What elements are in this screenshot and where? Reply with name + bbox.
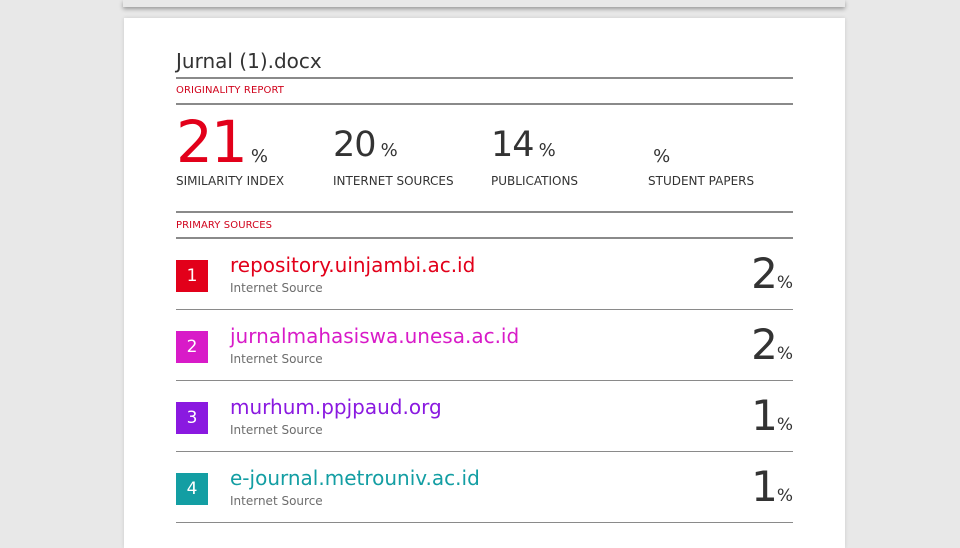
student-papers-stat: % STUDENT PAPERS xyxy=(648,146,754,188)
title-divider xyxy=(176,77,793,79)
source-type-label: Internet Source xyxy=(230,281,323,295)
stats-divider xyxy=(176,211,793,213)
source-name-link[interactable]: murhum.ppjpaud.org xyxy=(230,395,442,419)
source-percentage-value: 2 xyxy=(751,320,778,369)
source-type-label: Internet Source xyxy=(230,352,323,366)
source-percentage-value: 1 xyxy=(751,391,778,440)
source-percentage: 2% xyxy=(751,320,793,369)
internet-sources-stat: 20 % INTERNET SOURCES xyxy=(333,125,454,188)
source-percentage-unit: % xyxy=(776,415,793,435)
source-percentage-unit: % xyxy=(776,486,793,506)
publications-stat: 14 % PUBLICATIONS xyxy=(491,125,578,188)
internet-sources-caption: INTERNET SOURCES xyxy=(333,174,454,188)
source-row-1[interactable]: 1 repository.uinjambi.ac.id Internet Sou… xyxy=(176,239,793,310)
source-number-badge: 4 xyxy=(176,473,208,505)
originality-divider xyxy=(176,103,793,105)
publications-caption: PUBLICATIONS xyxy=(491,174,579,188)
source-number-badge: 1 xyxy=(176,260,208,292)
source-type-label: Internet Source xyxy=(230,494,323,508)
previous-page-edge xyxy=(123,0,845,7)
source-percentage-unit: % xyxy=(776,344,793,364)
source-name-link[interactable]: e-journal.metrouniv.ac.id xyxy=(230,466,480,490)
source-number-badge: 3 xyxy=(176,402,208,434)
source-number-badge: 2 xyxy=(176,331,208,363)
publications-unit: % xyxy=(538,140,556,161)
source-name-link[interactable]: repository.uinjambi.ac.id xyxy=(230,253,475,277)
internet-sources-value: 20 xyxy=(333,125,377,165)
publications-value: 14 xyxy=(491,125,535,165)
source-percentage: 2% xyxy=(751,249,793,298)
source-percentage: 1% xyxy=(751,462,793,511)
originality-report-label: ORIGINALITY REPORT xyxy=(176,85,285,96)
report-page: Jurnal (1).docx ORIGINALITY REPORT 21 % … xyxy=(124,18,845,548)
student-papers-caption: STUDENT PAPERS xyxy=(648,174,755,188)
source-percentage-value: 1 xyxy=(751,462,778,511)
source-row-2[interactable]: 2 jurnalmahasiswa.unesa.ac.id Internet S… xyxy=(176,310,793,381)
source-percentage-unit: % xyxy=(776,273,793,293)
primary-sources-label: PRIMARY SOURCES xyxy=(176,220,273,231)
similarity-index-unit: % xyxy=(250,146,269,167)
document-title: Jurnal (1).docx xyxy=(176,49,322,73)
source-percentage-value: 2 xyxy=(751,249,778,298)
source-row-4[interactable]: 4 e-journal.metrouniv.ac.id Internet Sou… xyxy=(176,452,793,523)
student-papers-unit: % xyxy=(653,146,671,167)
source-divider-4 xyxy=(176,522,793,523)
similarity-index-caption: SIMILARITY INDEX xyxy=(176,174,285,188)
source-percentage: 1% xyxy=(751,391,793,440)
similarity-index-stat: 21 % SIMILARITY INDEX xyxy=(176,108,284,188)
internet-sources-unit: % xyxy=(380,140,398,161)
source-type-label: Internet Source xyxy=(230,423,323,437)
source-row-3[interactable]: 3 murhum.ppjpaud.org Internet Source 1% xyxy=(176,381,793,452)
source-name-link[interactable]: jurnalmahasiswa.unesa.ac.id xyxy=(230,324,519,348)
similarity-index-value: 21 xyxy=(176,108,248,176)
